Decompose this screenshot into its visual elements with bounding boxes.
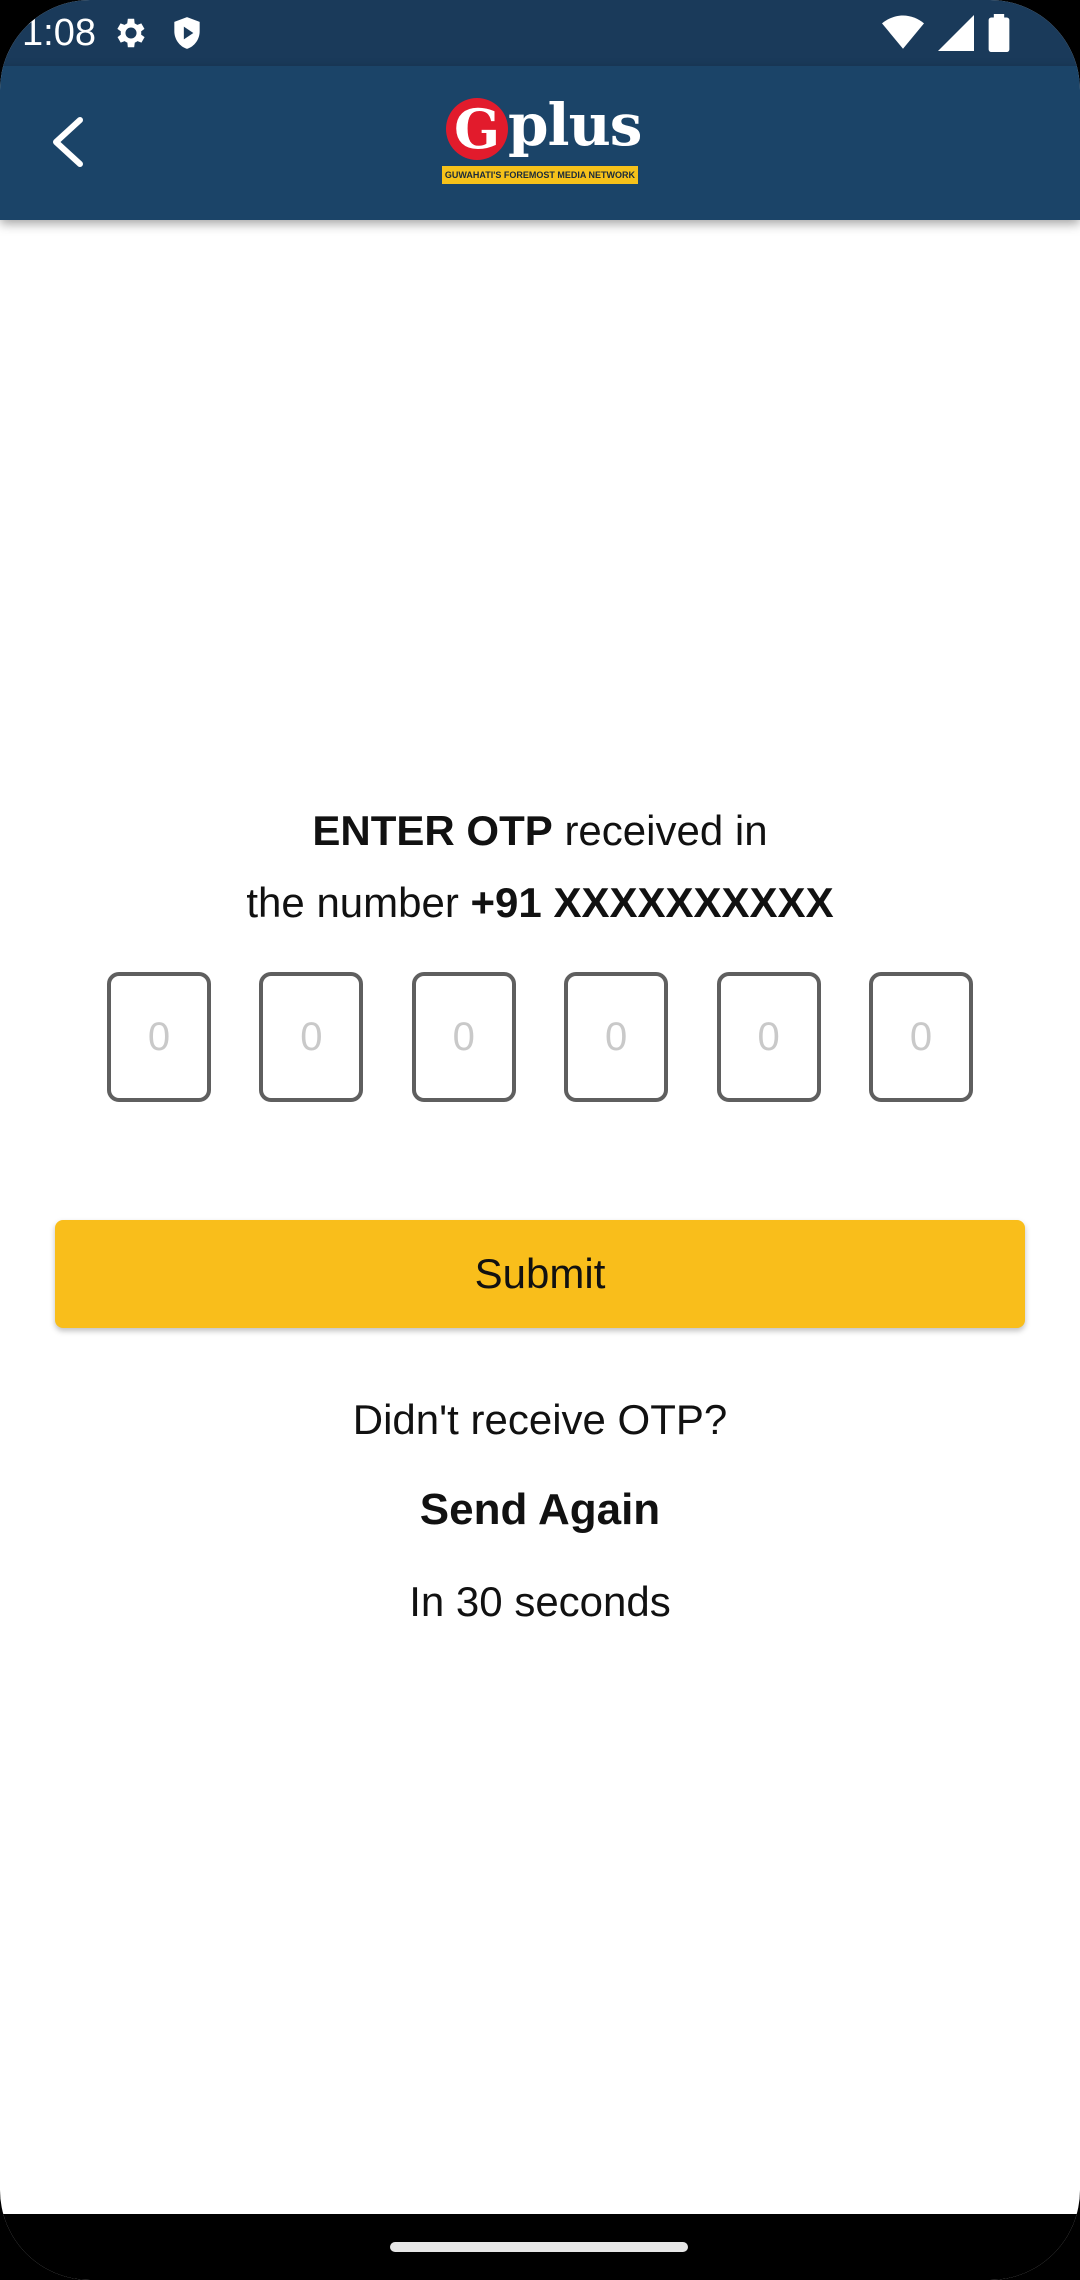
navigation-bar (0, 2214, 1080, 2280)
back-arrow-icon (46, 114, 90, 175)
send-again-button[interactable]: Send Again (0, 1480, 1080, 1540)
settings-icon (112, 14, 150, 57)
gplus-logo: G plus GUWAHATI'S FOREMOST MEDIA NETWORK (442, 91, 642, 186)
screen: 1:08 G plus GUWAHATI'S FOREMOST MEDIA NE… (0, 0, 1080, 2280)
otp-digit-placeholder: 0 (757, 1014, 780, 1059)
status-bar: 1:08 (0, 0, 1080, 66)
otp-input-group: 0 0 0 0 0 0 (107, 972, 973, 1102)
otp-digit-1[interactable]: 0 (107, 972, 211, 1102)
wifi-icon (882, 15, 924, 56)
status-time: 1:08 (22, 12, 96, 54)
otp-line2-prefix: the number (246, 879, 471, 926)
status-left-icons (112, 14, 206, 57)
app-bar: G plus GUWAHATI'S FOREMOST MEDIA NETWORK (0, 66, 1080, 220)
otp-digit-2[interactable]: 0 (259, 972, 364, 1102)
home-indicator[interactable] (390, 2242, 688, 2252)
otp-heading-line2: the number +91 XXXXXXXXXX (0, 867, 1080, 939)
otp-heading-bold: ENTER OTP (312, 807, 553, 854)
otp-digit-placeholder: 0 (909, 1014, 933, 1059)
otp-digit-placeholder: 0 (300, 1014, 323, 1059)
battery-icon (988, 14, 1010, 57)
otp-heading-line1: ENTER OTP received in (0, 795, 1080, 867)
submit-button[interactable]: Submit (55, 1220, 1025, 1328)
otp-digit-3[interactable]: 0 (411, 972, 516, 1102)
logo-text: plus (508, 91, 642, 159)
logo-tagline: GUWAHATI'S FOREMOST MEDIA NETWORK (442, 166, 638, 184)
otp-heading-rest: received in (552, 807, 768, 854)
resend-countdown: In 30 seconds (409, 1578, 671, 1625)
otp-digit-placeholder: 0 (452, 1014, 475, 1059)
otp-digit-4[interactable]: 0 (564, 972, 669, 1102)
resend-question: Didn't receive OTP? (352, 1396, 728, 1443)
shield-icon (168, 14, 206, 57)
back-button[interactable] (30, 106, 106, 182)
otp-instructions: ENTER OTP received in the number +91 XXX… (0, 795, 1080, 939)
signal-icon (938, 15, 974, 56)
otp-digit-5[interactable]: 0 (716, 972, 821, 1102)
status-right-icons (882, 14, 1010, 57)
otp-digit-placeholder: 0 (605, 1014, 628, 1059)
logo-g: G (446, 98, 508, 160)
otp-digit-6[interactable]: 0 (868, 972, 973, 1102)
phone-number: +91 XXXXXXXXXX (470, 879, 834, 926)
otp-digit-placeholder: 0 (147, 1014, 171, 1059)
